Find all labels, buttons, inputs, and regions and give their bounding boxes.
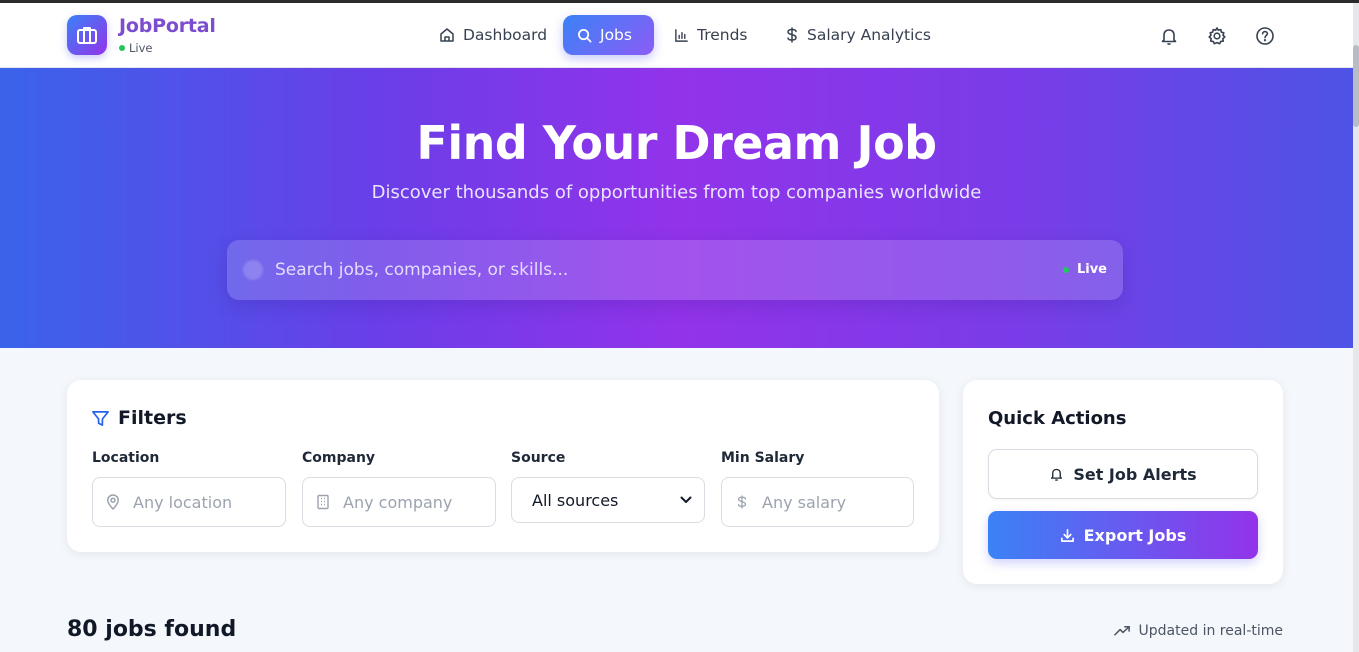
location-field[interactable] — [92, 477, 286, 527]
nav-trends-label: Trends — [697, 26, 748, 44]
map-pin-icon — [93, 494, 133, 510]
nav-dashboard-label: Dashboard — [463, 26, 548, 44]
nav-trends[interactable]: Trends — [660, 15, 762, 55]
bell-icon[interactable] — [1158, 25, 1180, 47]
live-dot-icon — [1062, 266, 1069, 273]
company-label: Company — [302, 450, 376, 466]
dollar-icon — [787, 27, 797, 43]
company-field[interactable] — [302, 477, 496, 527]
search-bar[interactable]: Live — [227, 240, 1123, 300]
source-selected-value: All sources — [532, 490, 619, 510]
nav-salary-analytics[interactable]: Salary Analytics — [771, 15, 945, 55]
hero-subtitle: Discover thousands of opportunities from… — [371, 182, 982, 203]
nav-jobs-label: Jobs — [600, 26, 632, 44]
live-dot-icon — [119, 45, 125, 51]
top-navbar: JobPortal Live Dashboard Jobs Trends Sal… — [0, 3, 1353, 68]
nav-dashboard[interactable]: Dashboard — [425, 15, 561, 55]
hero-section: Find Your Dream Job Discover thousands o… — [0, 68, 1353, 348]
filters-card: Filters Location Company Source All sour… — [67, 380, 939, 552]
trending-up-icon — [1113, 625, 1130, 636]
download-icon — [1060, 528, 1074, 542]
brand-name[interactable]: JobPortal — [119, 15, 216, 37]
set-job-alerts-label: Set Job Alerts — [1073, 464, 1197, 484]
min-salary-field[interactable] — [721, 477, 914, 527]
hero-title: Find Your Dream Job — [416, 116, 937, 170]
filter-icon — [92, 410, 109, 426]
bell-icon — [1051, 468, 1063, 481]
search-live-status: Live — [1062, 262, 1107, 277]
location-label: Location — [92, 450, 160, 466]
min-salary-input[interactable] — [762, 492, 902, 512]
filters-title: Filters — [118, 407, 187, 429]
home-icon — [440, 28, 454, 42]
export-jobs-button[interactable]: Export Jobs — [988, 511, 1258, 559]
scrollbar-thumb[interactable] — [1353, 45, 1359, 127]
realtime-indicator: Updated in real-time — [1113, 623, 1283, 639]
dollar-icon — [722, 494, 762, 510]
quick-actions-title: Quick Actions — [988, 408, 1127, 429]
briefcase-logo-icon[interactable] — [67, 15, 107, 55]
company-input[interactable] — [343, 492, 483, 512]
filters-heading: Filters — [91, 407, 187, 429]
set-job-alerts-button[interactable]: Set Job Alerts — [988, 449, 1258, 499]
nav-jobs[interactable]: Jobs — [563, 15, 654, 55]
source-select[interactable]: All sources — [511, 477, 705, 523]
jobs-found-count: 80 jobs found — [67, 617, 237, 642]
quick-actions-card: Quick Actions Set Job Alerts Export Jobs — [963, 380, 1283, 584]
bar-chart-icon — [675, 28, 688, 42]
export-jobs-label: Export Jobs — [1083, 525, 1187, 545]
updated-label: Updated in real-time — [1138, 623, 1283, 639]
gear-icon[interactable] — [1206, 25, 1228, 47]
building-icon — [303, 494, 343, 510]
search-icon — [578, 28, 592, 42]
search-live-label: Live — [1076, 262, 1107, 277]
source-label: Source — [511, 450, 566, 466]
live-status: Live — [119, 41, 152, 55]
chevron-down-icon — [680, 496, 692, 503]
search-input[interactable] — [275, 250, 1035, 290]
location-input[interactable] — [133, 492, 273, 512]
search-icon — [243, 260, 263, 280]
live-status-label: Live — [129, 41, 153, 55]
min-salary-label: Min Salary — [721, 450, 805, 466]
help-icon[interactable] — [1254, 25, 1276, 47]
nav-salary-analytics-label: Salary Analytics — [807, 26, 931, 44]
